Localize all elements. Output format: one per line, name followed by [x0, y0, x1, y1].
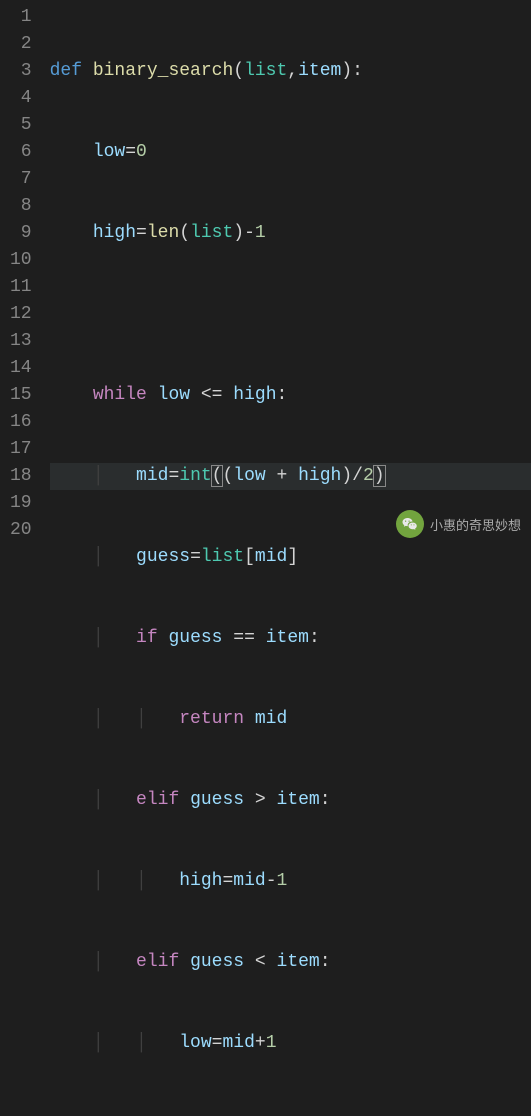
line-number: 10	[10, 247, 32, 274]
line-number: 20	[10, 517, 32, 544]
wechat-icon	[396, 510, 424, 538]
code-line[interactable]: def binary_search(list,item):	[50, 58, 531, 85]
code-line[interactable]	[50, 1111, 531, 1116]
line-number: 14	[10, 355, 32, 382]
line-number: 4	[10, 85, 32, 112]
code-line[interactable]: │ if guess == item:	[50, 625, 531, 652]
line-number: 11	[10, 274, 32, 301]
line-number: 8	[10, 193, 32, 220]
line-number: 6	[10, 139, 32, 166]
line-number: 7	[10, 166, 32, 193]
line-number: 5	[10, 112, 32, 139]
line-number: 18	[10, 463, 32, 490]
line-number: 17	[10, 436, 32, 463]
code-area[interactable]: def binary_search(list,item): low=0 high…	[50, 0, 531, 1116]
line-number: 15	[10, 382, 32, 409]
line-number: 13	[10, 328, 32, 355]
code-line[interactable]: │ │ high=mid-1	[50, 868, 531, 895]
line-number: 16	[10, 409, 32, 436]
code-line[interactable]: high=len(list)-1	[50, 220, 531, 247]
line-number: 2	[10, 31, 32, 58]
code-line[interactable]: │ │ return mid	[50, 706, 531, 733]
code-line[interactable]: │ elif guess < item:	[50, 949, 531, 976]
line-gutter: 1 2 3 4 5 6 7 8 9 10 11 12 13 14 15 16 1…	[0, 0, 50, 1116]
watermark: 小惠的奇思妙想	[396, 510, 521, 538]
code-line[interactable]: low=0	[50, 139, 531, 166]
watermark-text: 小惠的奇思妙想	[430, 515, 521, 534]
code-line[interactable]: │ elif guess > item:	[50, 787, 531, 814]
code-line-active[interactable]: │ mid=int((low + high)/2)	[50, 463, 531, 490]
line-number: 3	[10, 58, 32, 85]
line-number: 19	[10, 490, 32, 517]
line-number: 1	[10, 4, 32, 31]
line-number: 9	[10, 220, 32, 247]
code-line[interactable]: while low <= high:	[50, 382, 531, 409]
code-editor[interactable]: 1 2 3 4 5 6 7 8 9 10 11 12 13 14 15 16 1…	[0, 0, 531, 1116]
line-number: 12	[10, 301, 32, 328]
code-line[interactable]: │ │ low=mid+1	[50, 1030, 531, 1057]
code-line[interactable]	[50, 301, 531, 328]
